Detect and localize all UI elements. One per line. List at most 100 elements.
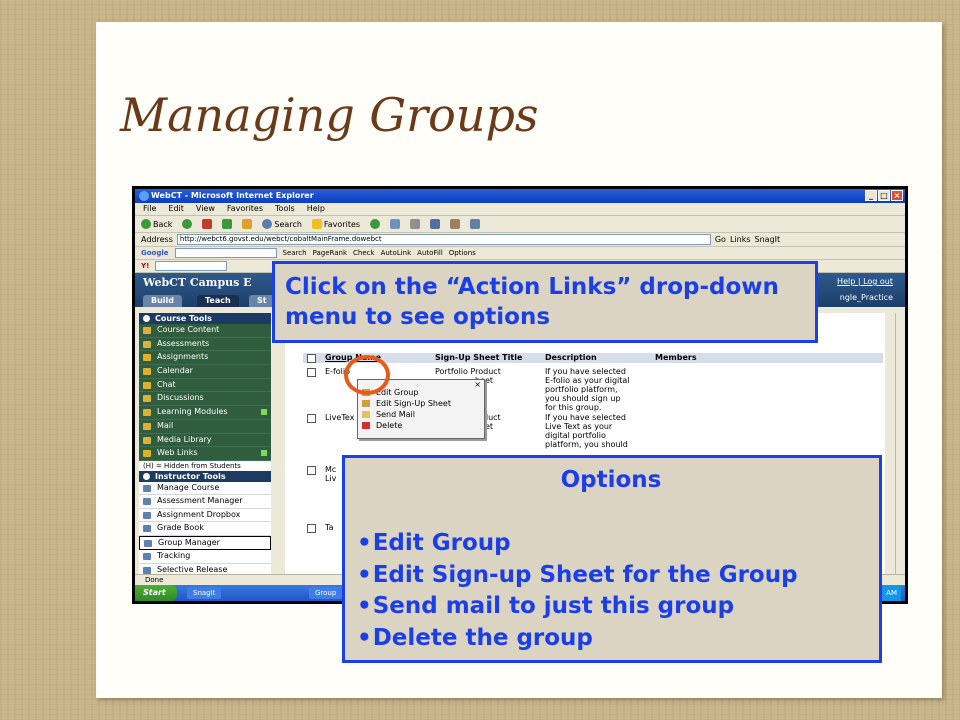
browser-toolbar: Back Search Favorites [135,216,905,233]
minimize-button[interactable]: _ [865,190,877,201]
sidebar-item-assignments[interactable]: Assignments [139,351,271,366]
tab-build[interactable]: Build [143,295,183,307]
print-icon[interactable] [410,219,421,229]
start-button[interactable]: Start [135,585,177,601]
mail-icon [143,422,151,430]
sidebar-item-learning-modules[interactable]: Learning Modules [139,406,271,420]
search-icon [262,219,273,229]
history-icon[interactable] [370,219,381,229]
yahoo-icon[interactable]: Y! [141,262,149,270]
sidebar-item-media-library[interactable]: Media Library [139,433,271,448]
row-checkbox[interactable] [307,414,316,423]
taskbar-item-snagit[interactable]: SnagIt [187,587,222,599]
sidebar-item-grade-book[interactable]: Grade Book [139,522,271,536]
sidebar-item-assessments[interactable]: Assessments [139,337,271,352]
media-icon [143,436,151,444]
row-checkbox[interactable] [307,466,316,475]
options-list: Edit Group Edit Sign-up Sheet for the Gr… [357,528,865,654]
discuss-icon[interactable] [450,219,461,229]
manage-icon [143,484,151,492]
sidebar-item-group-manager[interactable]: Group Manager [139,535,271,551]
release-icon [143,566,151,574]
mail-icon[interactable] [390,219,401,229]
options-callout: Options Edit Group Edit Sign-up Sheet fo… [342,455,882,663]
hidden-note: (H) = Hidden from Students [139,460,271,471]
menu-item-edit-signup-sheet[interactable]: Edit Sign-Up Sheet [362,398,451,409]
go-button[interactable]: Go [715,235,726,244]
options-button[interactable]: Options [449,249,476,257]
menu-file[interactable]: File [143,203,156,215]
sidebar-item-mail[interactable]: Mail [139,419,271,434]
close-icon[interactable]: × [474,380,481,389]
webct-logo: WebCT Campus E [143,276,252,289]
description-line: for this group. [545,403,602,412]
course-tools-heading[interactable]: Course Tools [139,313,271,324]
module-icon [143,409,151,417]
sidebar-item-manage-course[interactable]: Manage Course [139,481,271,496]
snagit-button[interactable]: SnagIt [755,235,781,244]
close-button[interactable]: × [891,190,903,201]
menu-item-send-mail[interactable]: Send Mail [362,409,415,420]
sidebar-item-calendar[interactable]: Calendar [139,365,271,379]
column-members: Members [655,353,697,362]
sidebar-item-chat[interactable]: Chat [139,378,271,393]
autolink-button[interactable]: AutoLink [381,249,412,257]
tray-clock: AM [882,585,901,601]
group-name[interactable]: LiveTex [325,413,354,422]
row-checkbox[interactable] [307,368,316,377]
favorites-button[interactable]: Favorites [311,219,360,229]
google-search-input[interactable] [174,248,277,258]
yahoo-search-input[interactable] [155,261,228,271]
dropbox-icon [143,511,151,519]
highlight-circle [344,355,390,395]
menu-tools[interactable]: Tools [275,203,295,215]
sidebar-item-course-content[interactable]: Course Content [139,324,271,338]
messenger-icon[interactable] [470,219,481,229]
menu-item-delete[interactable]: Delete [362,420,402,431]
envelope-icon [362,411,370,418]
search-button[interactable]: Search [262,219,302,229]
sidebar-item-web-links[interactable]: Web Links [139,447,271,461]
edit-icon[interactable] [430,219,441,229]
group-name[interactable]: Mc [325,465,336,474]
back-arrow-icon [141,219,151,229]
refresh-icon[interactable] [222,219,233,229]
back-button[interactable]: Back [141,219,172,229]
option-item: Delete the group [357,623,865,655]
options-heading: Options [560,467,662,493]
taskbar-item-group[interactable]: Group [309,587,343,599]
visibility-icon [261,409,267,416]
group-name-cont: Liv [325,474,337,483]
instructor-tools-heading[interactable]: Instructor Tools [139,470,271,482]
links-label[interactable]: Links [730,235,751,244]
check-button[interactable]: Check [353,249,375,257]
google-search-button[interactable]: Search [283,249,307,257]
menu-help[interactable]: Help [307,203,325,215]
tab-student-view[interactable]: St [249,295,275,307]
pencil-icon [362,400,370,407]
address-input[interactable]: http://webct6.govst.edu/webct/cobaltMain… [176,234,711,245]
sidebar-item-discussions[interactable]: Discussions [139,392,271,407]
vertical-scrollbar[interactable] [895,313,905,581]
tab-teach[interactable]: Teach [197,295,239,307]
instruction-callout: Click on the “Action Links” drop-down me… [272,261,818,343]
help-logout-links[interactable]: Help | Log out [837,277,893,286]
menu-view[interactable]: View [196,203,215,215]
menu-edit[interactable]: Edit [168,203,184,215]
menu-favorites[interactable]: Favorites [227,203,263,215]
sidebar-item-assessment-manager[interactable]: Assessment Manager [139,495,271,509]
select-all-checkbox[interactable] [307,354,316,363]
stop-icon[interactable] [202,219,213,229]
home-icon[interactable] [242,219,253,229]
maximize-button[interactable]: □ [878,190,890,201]
option-item: Send mail to just this group [357,591,865,623]
autofill-button[interactable]: AutoFill [417,249,443,257]
delete-icon [362,422,370,429]
window-title: WebCT - Microsoft Internet Explorer [151,191,314,200]
group-name[interactable]: Ta [325,523,333,532]
sidebar-item-tracking[interactable]: Tracking [139,550,271,564]
forward-arrow-icon[interactable] [182,219,193,229]
sidebar-item-assignment-dropbox[interactable]: Assignment Dropbox [139,508,271,523]
webct-sidebar: Course Tools Course Content Assessments … [139,313,271,578]
row-checkbox[interactable] [307,524,316,533]
